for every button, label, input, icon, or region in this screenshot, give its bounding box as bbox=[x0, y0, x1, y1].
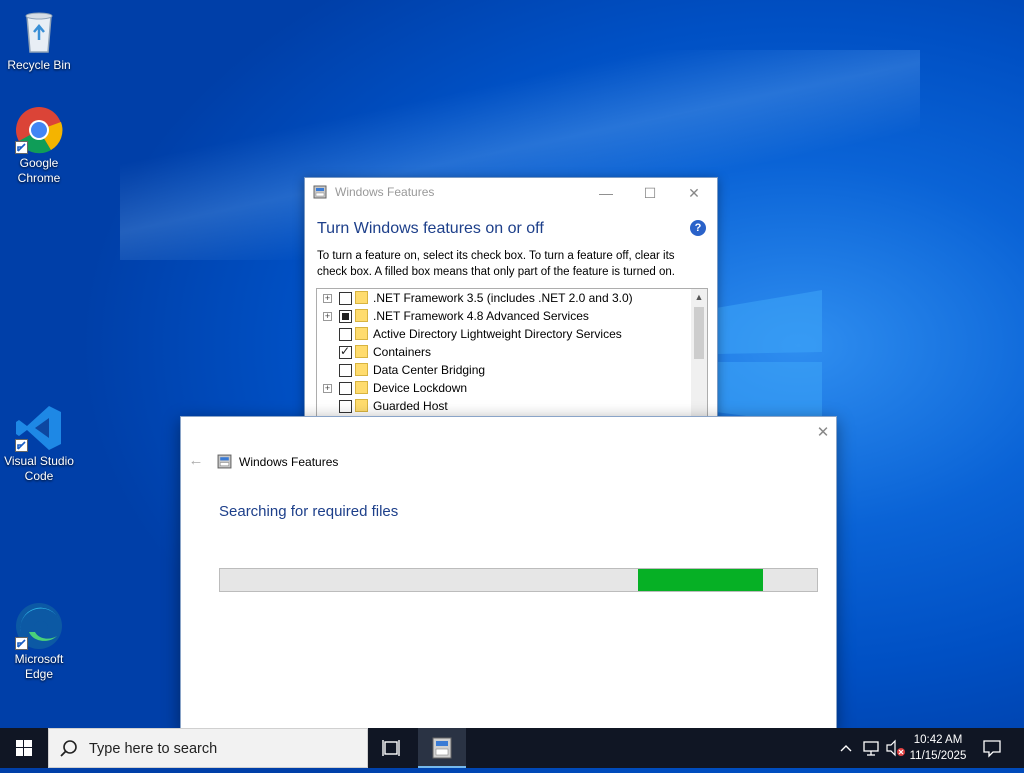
clock-date: 11/15/2025 bbox=[909, 750, 967, 762]
feature-row[interactable]: + .NET Framework 4.8 Advanced Services bbox=[317, 307, 707, 325]
desktop-icon-recycle-bin[interactable]: Recycle Bin bbox=[0, 8, 78, 73]
shortcut-arrow-icon bbox=[15, 637, 28, 650]
folder-icon bbox=[355, 309, 368, 322]
folder-icon bbox=[355, 381, 368, 394]
notifications-icon[interactable] bbox=[980, 736, 1004, 760]
help-icon[interactable]: ? bbox=[690, 220, 706, 236]
shortcut-arrow-icon bbox=[15, 141, 28, 154]
folder-icon bbox=[355, 291, 368, 304]
feature-checkbox[interactable] bbox=[339, 364, 352, 377]
desktop-icon-vscode[interactable]: Visual Studio Code bbox=[0, 404, 78, 484]
progress-bar bbox=[219, 568, 818, 592]
desktop-icon-microsoft-edge[interactable]: Microsoft Edge bbox=[0, 602, 78, 682]
edge-icon bbox=[15, 602, 63, 650]
desktop-icon-google-chrome[interactable]: Google Chrome bbox=[0, 106, 78, 186]
feature-label: Containers bbox=[373, 345, 432, 359]
minimize-button[interactable]: — bbox=[583, 178, 629, 208]
folder-icon bbox=[355, 399, 368, 412]
scroll-thumb[interactable] bbox=[694, 307, 704, 359]
folder-icon bbox=[355, 327, 368, 340]
desktop-icon-label: Visual Studio Code bbox=[4, 454, 74, 483]
windows-start-icon bbox=[16, 740, 32, 756]
feature-row[interactable]: Guarded Host bbox=[317, 397, 707, 415]
progress-dialog: ✕ ← Windows Features Searching for requi… bbox=[180, 416, 837, 730]
feature-label: .NET Framework 3.5 (includes .NET 2.0 an… bbox=[373, 291, 633, 305]
feature-label: .NET Framework 4.8 Advanced Services bbox=[373, 309, 589, 323]
windows-features-window: Windows Features — ☐ ✕ Turn Windows feat… bbox=[304, 177, 718, 428]
windows-logo-wallpaper bbox=[716, 290, 822, 426]
status-heading: Searching for required files bbox=[219, 503, 399, 520]
feature-checkbox[interactable] bbox=[339, 292, 352, 305]
windows-features-icon bbox=[313, 185, 327, 199]
folder-icon bbox=[355, 363, 368, 376]
close-button[interactable]: ✕ bbox=[671, 178, 717, 208]
taskbar: Type here to search 10:42 AM 11/15/2025 bbox=[0, 728, 1024, 768]
scroll-up-arrow-icon[interactable]: ▲ bbox=[691, 289, 707, 305]
windows-features-icon bbox=[432, 737, 452, 759]
feature-label: Guarded Host bbox=[373, 399, 448, 413]
feature-row[interactable]: + Device Lockdown bbox=[317, 379, 707, 397]
expand-plus-icon[interactable]: + bbox=[323, 294, 332, 303]
title-bar[interactable]: Windows Features — ☐ ✕ bbox=[305, 178, 717, 208]
feature-row[interactable]: Active Directory Lightweight Directory S… bbox=[317, 325, 707, 343]
expand-plus-icon[interactable]: + bbox=[323, 312, 332, 321]
feature-checkbox[interactable] bbox=[339, 328, 352, 341]
feature-checkbox[interactable] bbox=[339, 310, 352, 323]
feature-label: Device Lockdown bbox=[373, 381, 468, 395]
feature-row[interactable]: Data Center Bridging bbox=[317, 361, 707, 379]
vertical-scrollbar[interactable]: ▲ bbox=[691, 289, 707, 427]
taskbar-app-windows-features[interactable] bbox=[418, 728, 466, 768]
desktop-icon-label: Recycle Bin bbox=[7, 58, 71, 72]
shortcut-arrow-icon bbox=[15, 439, 28, 452]
clock-time: 10:42 AM bbox=[913, 734, 963, 746]
windows-features-icon bbox=[217, 454, 232, 469]
maximize-button[interactable]: ☐ bbox=[627, 178, 673, 208]
recycle-bin-icon bbox=[15, 8, 63, 56]
dialog-title: Windows Features bbox=[239, 455, 339, 469]
network-icon[interactable] bbox=[861, 738, 881, 758]
feature-row[interactable]: + .NET Framework 3.5 (includes .NET 2.0 a… bbox=[317, 289, 707, 307]
chrome-icon bbox=[15, 106, 63, 154]
window-title: Windows Features bbox=[335, 185, 435, 199]
page-heading: Turn Windows features on or off bbox=[317, 220, 544, 237]
desktop-icon-label: Google Chrome bbox=[17, 156, 61, 185]
search-icon bbox=[60, 740, 77, 757]
progress-bar-fill bbox=[637, 569, 764, 591]
start-button[interactable] bbox=[0, 728, 48, 768]
task-view-icon bbox=[382, 740, 400, 756]
vscode-icon bbox=[15, 404, 63, 452]
search-placeholder: Type here to search bbox=[89, 741, 218, 757]
chevron-up-icon[interactable] bbox=[838, 738, 854, 758]
features-tree[interactable]: + .NET Framework 3.5 (includes .NET 2.0 a… bbox=[316, 288, 708, 428]
feature-label: Data Center Bridging bbox=[373, 363, 486, 377]
feature-label: Active Directory Lightweight Directory S… bbox=[373, 327, 622, 341]
desktop-icon-label: Microsoft Edge bbox=[14, 652, 64, 681]
instructions-text: To turn a feature on, select its check b… bbox=[317, 250, 675, 278]
back-arrow-icon[interactable]: ← bbox=[187, 451, 205, 471]
system-clock[interactable]: 10:42 AM 11/15/2025 bbox=[902, 732, 974, 764]
task-view-button[interactable] bbox=[372, 728, 412, 768]
feature-checkbox[interactable]: ✓ bbox=[339, 344, 352, 359]
feature-checkbox[interactable] bbox=[339, 400, 352, 413]
taskbar-search-box[interactable]: Type here to search bbox=[48, 728, 368, 768]
expand-plus-icon[interactable]: + bbox=[323, 384, 332, 393]
close-button[interactable]: ✕ bbox=[811, 421, 835, 445]
folder-icon bbox=[355, 345, 368, 358]
feature-row[interactable]: ✓ Containers bbox=[317, 343, 707, 361]
checkmark-icon: ✓ bbox=[340, 344, 351, 358]
feature-checkbox[interactable] bbox=[339, 382, 352, 395]
